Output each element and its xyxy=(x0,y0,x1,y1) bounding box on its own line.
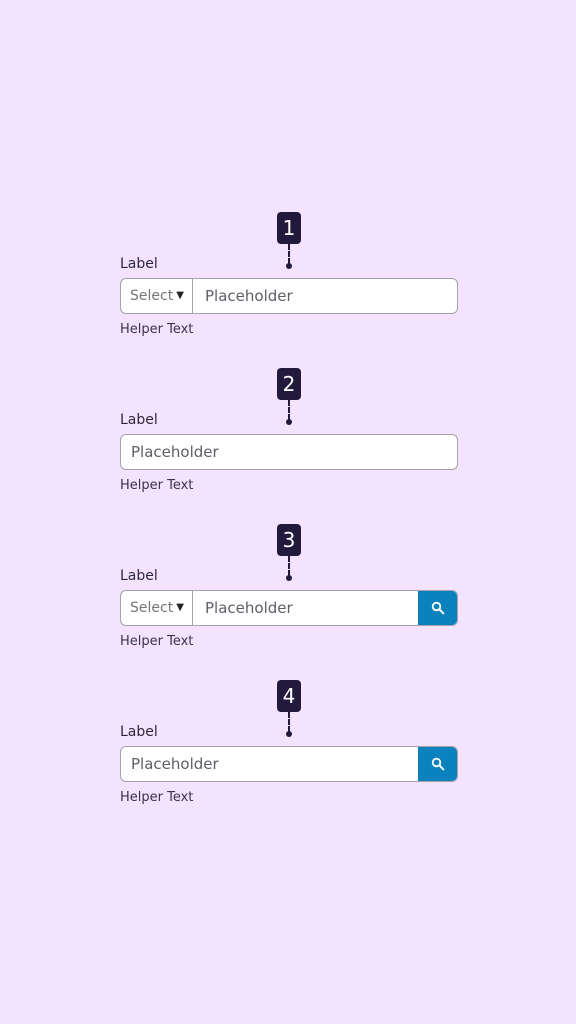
callout-line xyxy=(288,400,290,420)
text-input[interactable]: Placeholder xyxy=(121,747,418,781)
callout-dot xyxy=(286,419,292,425)
text-input[interactable]: Placeholder xyxy=(121,435,457,469)
callout-dot xyxy=(286,575,292,581)
select-dropdown[interactable]: Select ▼ xyxy=(121,591,193,625)
select-dropdown[interactable]: Select ▼ xyxy=(121,279,193,313)
helper-text: Helper Text xyxy=(120,634,194,649)
number-badge: 4 xyxy=(277,680,301,712)
search-button[interactable] xyxy=(418,591,457,625)
select-value: Select xyxy=(130,288,174,304)
input-field-container: Placeholder xyxy=(120,434,458,470)
input-placeholder: Placeholder xyxy=(131,443,219,461)
callout-dot xyxy=(286,263,292,269)
search-icon xyxy=(431,601,444,615)
callout-marker: 1 xyxy=(277,212,301,271)
text-input[interactable]: Placeholder xyxy=(193,279,457,313)
field-label: Label xyxy=(120,568,158,584)
field-label: Label xyxy=(120,256,158,272)
callout-dot xyxy=(286,731,292,737)
callout-line xyxy=(288,556,290,576)
input-field-container: Placeholder xyxy=(120,746,458,782)
callout-marker: 4 xyxy=(277,680,301,739)
field-label: Label xyxy=(120,412,158,428)
number-badge: 3 xyxy=(277,524,301,556)
callout-marker: 3 xyxy=(277,524,301,583)
input-placeholder: Placeholder xyxy=(131,755,219,773)
text-input[interactable]: Placeholder xyxy=(193,591,418,625)
callout-marker: 2 xyxy=(277,368,301,427)
helper-text: Helper Text xyxy=(120,322,194,337)
input-field-container: Select ▼ Placeholder xyxy=(120,278,458,314)
input-field-container: Select ▼ Placeholder xyxy=(120,590,458,626)
select-value: Select xyxy=(130,600,174,616)
field-label: Label xyxy=(120,724,158,740)
number-badge: 2 xyxy=(277,368,301,400)
callout-line xyxy=(288,712,290,732)
chevron-down-icon: ▼ xyxy=(176,290,184,301)
helper-text: Helper Text xyxy=(120,790,194,805)
callout-line xyxy=(288,244,290,264)
helper-text: Helper Text xyxy=(120,478,194,493)
chevron-down-icon: ▼ xyxy=(176,602,184,613)
input-placeholder: Placeholder xyxy=(205,599,293,617)
input-placeholder: Placeholder xyxy=(205,287,293,305)
number-badge: 1 xyxy=(277,212,301,244)
search-button[interactable] xyxy=(418,747,457,781)
search-icon xyxy=(431,757,444,771)
